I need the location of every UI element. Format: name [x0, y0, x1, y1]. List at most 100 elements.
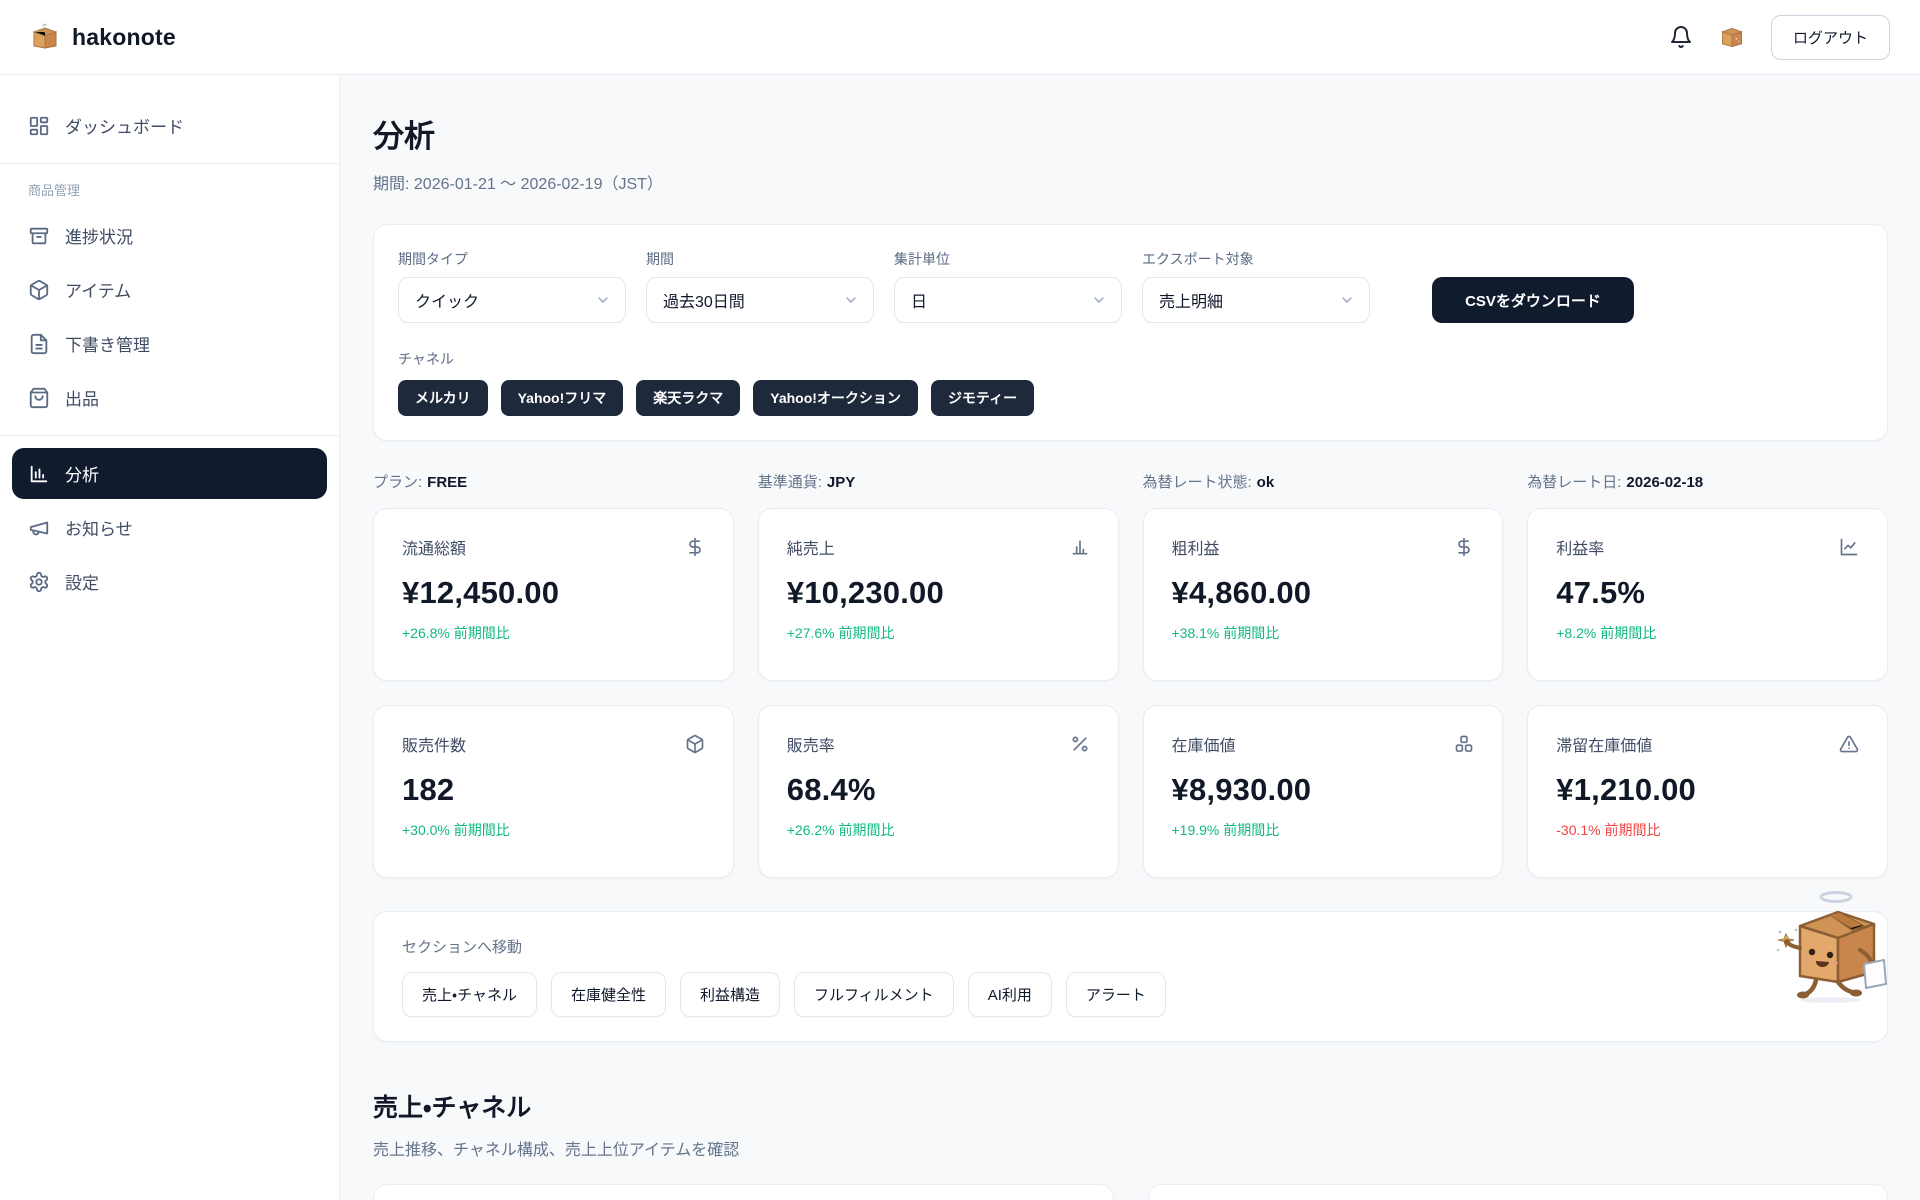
kpi-label: 純売上: [787, 535, 835, 559]
line-chart-icon: [1839, 537, 1859, 557]
kpi-change: +26.8% 前期間比: [402, 623, 705, 643]
sidebar-item-label: アイテム: [65, 277, 131, 302]
sidebar-item-items[interactable]: アイテム: [12, 264, 327, 315]
nav-link-ai-usage[interactable]: AI利用: [968, 972, 1052, 1017]
kpi-value: ¥10,230.00: [787, 575, 1090, 611]
kpi-value: 182: [402, 772, 705, 808]
bell-icon[interactable]: [1669, 25, 1693, 49]
sidebar-item-label: 進捗状況: [65, 223, 133, 248]
kpi-card-stale-inventory: 滞留在庫価値 ¥1,210.00 -30.1% 前期間比: [1527, 705, 1888, 878]
kpi-change: +38.1% 前期間比: [1172, 623, 1475, 643]
kpi-change: +27.6% 前期間比: [787, 623, 1090, 643]
period-type-select[interactable]: クイック: [398, 277, 626, 323]
main-content: 分析 期間: 2026-01-21 ～ 2026-02-19（JST） 期間タイ…: [340, 75, 1920, 1200]
kpi-card-sales-count: 販売件数 182 +30.0% 前期間比: [373, 705, 734, 878]
base-currency: 基準通貨:JPY: [758, 471, 1119, 492]
csv-download-button[interactable]: CSVをダウンロード: [1432, 277, 1634, 323]
kpi-value: ¥1,210.00: [1556, 772, 1859, 808]
nav-link-profit-structure[interactable]: 利益構造: [680, 972, 780, 1017]
alert-triangle-icon: [1839, 734, 1859, 754]
plan-status: プラン:FREE: [373, 471, 734, 492]
kpi-value: ¥8,930.00: [1172, 772, 1475, 808]
kpi-change: +8.2% 前期間比: [1556, 623, 1859, 643]
sidebar-item-news[interactable]: お知らせ: [12, 502, 327, 553]
sidebar-section-label: 商品管理: [0, 176, 339, 207]
sales-section-title: 売上・チャネル: [373, 1088, 1888, 1124]
chevron-down-icon: [843, 292, 859, 308]
kpi-label: 滞留在庫価値: [1556, 732, 1652, 756]
kpi-label: 利益率: [1556, 535, 1604, 559]
channel-chip-jmty[interactable]: ジモティー: [931, 380, 1034, 416]
kpi-label: 販売率: [787, 732, 835, 756]
kpi-card-sell-through: 販売率 68.4% +26.2% 前期間比: [758, 705, 1119, 878]
sidebar-divider: [0, 163, 339, 164]
select-value: 売上明細: [1159, 288, 1223, 312]
bar-chart-icon: [1070, 537, 1090, 557]
box-logo-icon: [30, 22, 60, 52]
kpi-card-gross-profit: 粗利益 ¥4,860.00 +38.1% 前期間比: [1143, 508, 1504, 681]
kpi-card-profit-rate: 利益率 47.5% +8.2% 前期間比: [1527, 508, 1888, 681]
file-text-icon: [28, 333, 50, 355]
sidebar-item-label: 設定: [65, 569, 99, 594]
channel-chip-mercari[interactable]: メルカリ: [398, 380, 488, 416]
chevron-down-icon: [595, 292, 611, 308]
kpi-label: 粗利益: [1172, 535, 1220, 559]
meta-row: プラン:FREE 基準通貨:JPY 為替レート状態:ok 為替レート日:2026…: [373, 471, 1888, 492]
package-icon: [28, 279, 50, 301]
nav-link-alerts[interactable]: アラート: [1066, 972, 1166, 1017]
sidebar: ダッシュボード 商品管理 進捗状況 アイテム: [0, 75, 340, 1200]
kpi-label: 在庫価値: [1172, 732, 1236, 756]
kpi-change: +19.9% 前期間比: [1172, 820, 1475, 840]
sidebar-item-dashboard[interactable]: ダッシュボード: [12, 100, 327, 151]
channel-chip-yahoo-auction[interactable]: Yahoo!オークション: [753, 380, 918, 416]
kpi-change: +30.0% 前期間比: [402, 820, 705, 840]
dollar-sign-icon: [1454, 537, 1474, 557]
sidebar-item-settings[interactable]: 設定: [12, 556, 327, 607]
filter-card: 期間タイプ クイック 期間 過去30日間: [373, 224, 1888, 441]
chevron-down-icon: [1339, 292, 1355, 308]
brand: hakonote: [30, 22, 176, 52]
sales-section-subtitle: 売上推移、チャネル構成、売上上位アイテムを確認: [373, 1136, 1888, 1160]
export-target-select[interactable]: 売上明細: [1142, 277, 1370, 323]
nav-link-inventory-health[interactable]: 在庫健全性: [551, 972, 666, 1017]
kpi-value: ¥4,860.00: [1172, 575, 1475, 611]
kpi-row-1: 流通総額 ¥12,450.00 +26.8% 前期間比 純売上 ¥10,230.…: [373, 508, 1888, 681]
package-icon: [685, 734, 705, 754]
field-label: 期間: [646, 249, 874, 269]
field-label: 集計単位: [894, 249, 1122, 269]
avatar[interactable]: [1719, 24, 1745, 50]
period-select[interactable]: 過去30日間: [646, 277, 874, 323]
kpi-value: ¥12,450.00: [402, 575, 705, 611]
boxes-icon: [1454, 734, 1474, 754]
kpi-value: 47.5%: [1556, 575, 1859, 611]
channel-label: チャネル: [398, 349, 1863, 369]
sidebar-item-label: 分析: [65, 461, 99, 486]
field-label: 期間タイプ: [398, 249, 626, 269]
sidebar-item-label: 下書き管理: [65, 331, 150, 356]
kpi-card-net-sales: 純売上 ¥10,230.00 +27.6% 前期間比: [758, 508, 1119, 681]
fx-rate-date: 為替レート日:2026-02-18: [1527, 471, 1888, 492]
channel-chip-yahoo-flea[interactable]: Yahoo!フリマ: [501, 380, 624, 416]
shopping-bag-icon: [28, 387, 50, 409]
sidebar-item-drafts[interactable]: 下書き管理: [12, 318, 327, 369]
channel-chip-rakuma[interactable]: 楽天ラクマ: [636, 380, 740, 416]
section-nav-label: セクションへ移動: [402, 936, 1859, 957]
select-value: 日: [911, 288, 927, 312]
nav-link-fulfillment[interactable]: フルフィルメント: [794, 972, 954, 1017]
sidebar-item-label: ダッシュボード: [65, 113, 184, 138]
logout-button[interactable]: ログアウト: [1771, 15, 1890, 60]
sidebar-item-analytics[interactable]: 分析: [12, 448, 327, 499]
layout-dashboard-icon: [28, 115, 50, 137]
sidebar-item-listings[interactable]: 出品: [12, 372, 327, 423]
sidebar-divider: [0, 435, 339, 436]
sidebar-item-progress[interactable]: 進捗状況: [12, 210, 327, 261]
select-value: 過去30日間: [663, 288, 745, 312]
fx-rate-status: 為替レート状態:ok: [1143, 471, 1504, 492]
field-label: エクスポート対象: [1142, 249, 1370, 269]
app-header: hakonote ログアウト: [0, 0, 1920, 75]
kpi-label: 流通総額: [402, 535, 466, 559]
nav-link-sales-channel[interactable]: 売上・チャネル: [402, 972, 537, 1017]
unit-select[interactable]: 日: [894, 277, 1122, 323]
percent-icon: [1070, 734, 1090, 754]
archive-icon: [28, 225, 50, 247]
